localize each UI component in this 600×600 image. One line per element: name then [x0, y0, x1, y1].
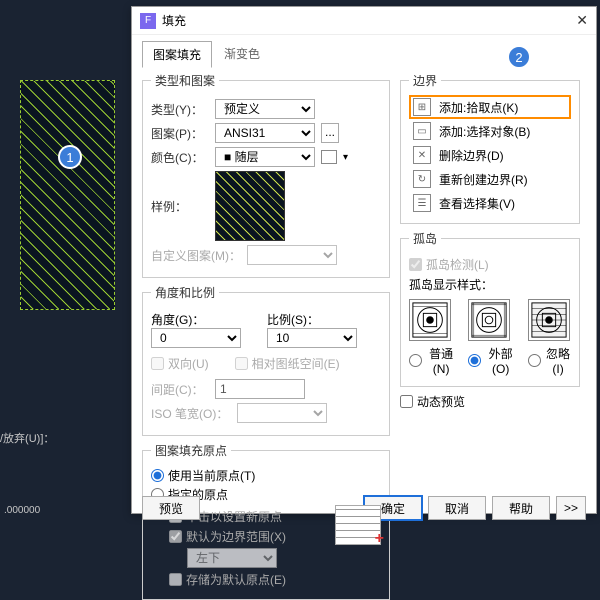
callout-badge-2: 2 — [507, 45, 531, 69]
pattern-preview[interactable] — [215, 171, 285, 241]
cancel-button[interactable]: 取消 — [428, 496, 486, 520]
boundary-add-pick-point[interactable]: ⊞添加:拾取点(K) — [409, 95, 571, 119]
label-spacing: 间距(C)： — [151, 381, 209, 398]
status-coord: .000000 — [4, 505, 40, 516]
boundary-delete[interactable]: ✕删除边界(D) — [409, 143, 571, 167]
preview-button[interactable]: 预览 — [142, 496, 200, 520]
select-iso-pen — [237, 403, 327, 423]
checkbox-bidirectional: 双向(U) — [151, 355, 209, 372]
help-button[interactable]: 帮助 — [492, 496, 550, 520]
tab-pattern-fill[interactable]: 图案填充 — [142, 41, 212, 68]
dialog-title: 填充 — [162, 12, 186, 29]
checkbox-island-detect: 孤岛检测(L) — [409, 256, 571, 273]
legend-type-pattern: 类型和图案 — [151, 72, 219, 89]
label-angle: 角度(G)： — [151, 311, 261, 328]
select-scale[interactable]: 10 — [267, 328, 357, 348]
command-prompt: /放弃(U)]： — [0, 430, 54, 446]
label-custom-pattern: 自定义图案(M)： — [151, 247, 241, 264]
group-boundary: 边界 ⊞添加:拾取点(K) ▭添加:选择对象(B) ✕删除边界(D) ↻重新创建… — [400, 72, 580, 224]
checkbox-dynamic-preview[interactable]: 动态预览 — [400, 393, 580, 410]
boundary-add-select-object[interactable]: ▭添加:选择对象(B) — [409, 119, 571, 143]
label-type: 类型(Y)： — [151, 101, 209, 118]
pattern-browse-button[interactable]: ... — [321, 123, 339, 143]
label-island-style: 孤岛显示样式： — [409, 276, 571, 293]
checkbox-default-boundary: 默认为边界范围(X) — [169, 528, 327, 545]
island-ignore-icon[interactable] — [528, 299, 570, 341]
select-origin-pos: 左下 — [187, 548, 277, 568]
callout-badge-1: 1 — [58, 145, 82, 169]
select-type[interactable]: 预定义 — [215, 99, 315, 119]
radio-use-current-origin[interactable]: 使用当前原点(T) — [151, 467, 381, 484]
boundary-recreate[interactable]: ↻重新创建边界(R) — [409, 167, 571, 191]
select-pattern[interactable]: ANSI31 — [215, 123, 315, 143]
legend-origin: 图案填充原点 — [151, 442, 231, 459]
view-selection-icon: ☰ — [413, 194, 431, 212]
select-object-icon: ▭ — [413, 122, 431, 140]
legend-boundary: 边界 — [409, 72, 441, 89]
select-custom-pattern — [247, 245, 337, 265]
fill-dialog: F 填充 ✕ 2 图案填充 渐变色 类型和图案 类型(Y)： 预定义 图案(P)… — [131, 6, 597, 514]
radio-island-outer[interactable]: 外部(O) — [468, 345, 516, 376]
group-origin: 图案填充原点 使用当前原点(T) 指定的原点 单击以设置新原点 默认为边界范围(… — [142, 442, 390, 600]
legend-angle-scale: 角度和比例 — [151, 284, 219, 301]
pick-point-icon: ⊞ — [413, 98, 431, 116]
input-spacing — [215, 379, 305, 399]
close-icon[interactable]: ✕ — [576, 12, 588, 29]
label-iso-pen: ISO 笔宽(O)： — [151, 405, 231, 422]
checkbox-paper-space: 相对图纸空间(E) — [235, 355, 340, 372]
select-color[interactable]: ■ 随层 — [215, 147, 315, 167]
island-normal-icon[interactable] — [409, 299, 451, 341]
origin-preview-icon — [335, 505, 381, 545]
group-type-pattern: 类型和图案 类型(Y)： 预定义 图案(P)： ANSI31 ... 颜色(C)… — [142, 72, 390, 278]
checkbox-store-default: 存储为默认原点(E) — [169, 571, 327, 588]
select-angle[interactable]: 0 — [151, 328, 241, 348]
island-outer-icon[interactable] — [468, 299, 510, 341]
label-scale: 比例(S)： — [267, 311, 357, 328]
tab-gradient[interactable]: 渐变色 — [214, 41, 270, 68]
radio-island-normal[interactable]: 普通(N) — [409, 345, 456, 376]
label-sample: 样例： — [151, 198, 209, 215]
label-pattern: 图案(P)： — [151, 125, 209, 142]
color-swatch-icon[interactable] — [321, 150, 337, 164]
legend-island: 孤岛 — [409, 230, 441, 247]
group-island: 孤岛 孤岛检测(L) 孤岛显示样式： 普通(N) 外部(O) 忽略(I) — [400, 230, 580, 387]
group-angle-scale: 角度和比例 角度(G)： 0 比例(S)： 10 双向(U) 相对图纸空间(E) — [142, 284, 390, 436]
titlebar: F 填充 ✕ — [132, 7, 596, 35]
dropdown-icon[interactable]: ▾ — [343, 152, 348, 163]
boundary-view-selection[interactable]: ☰查看选择集(V) — [409, 191, 571, 215]
app-icon: F — [140, 13, 156, 29]
radio-island-ignore[interactable]: 忽略(I) — [528, 345, 571, 376]
recreate-boundary-icon: ↻ — [413, 170, 431, 188]
expand-button[interactable]: >> — [556, 496, 586, 520]
drawing-canvas — [20, 80, 115, 310]
label-color: 颜色(C)： — [151, 149, 209, 166]
delete-boundary-icon: ✕ — [413, 146, 431, 164]
